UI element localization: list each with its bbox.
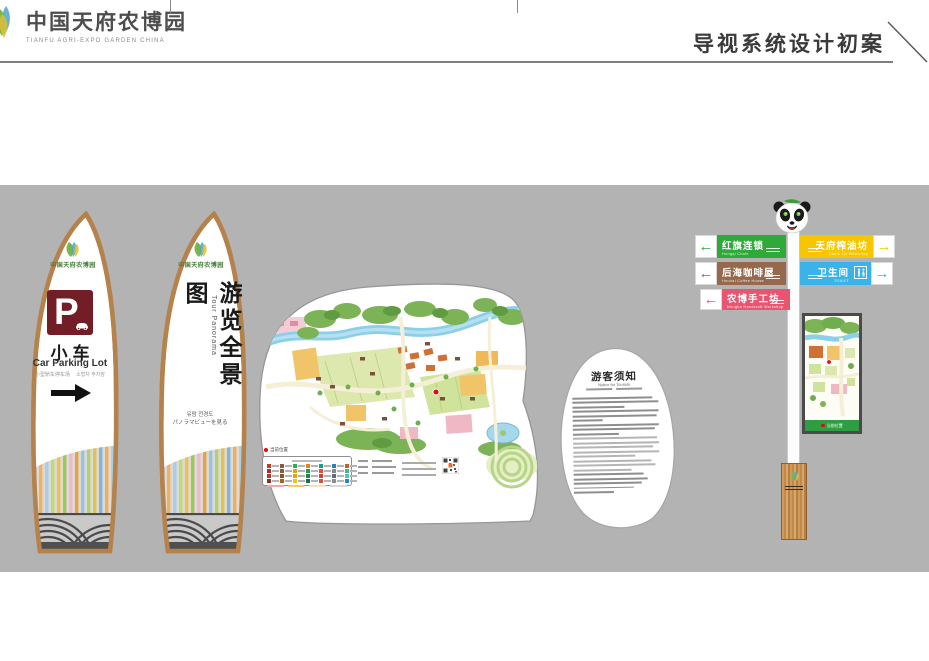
map-legend (262, 456, 352, 486)
sign-logo: 中国天府农博园 (148, 241, 254, 269)
garden-logo-icon (189, 241, 213, 259)
sign-logo-text: 中国天府农博园 (148, 260, 254, 269)
panorama-notes: 유람 전경도 パノラマビューを見る (148, 411, 252, 427)
garden-logo-icon (788, 470, 802, 482)
sign-sublabel: TOILET (834, 279, 849, 283)
sign-label: 天府榨油坊 (815, 238, 868, 252)
post-map-location-label: 当前位置 (827, 423, 843, 429)
sign-row: ← 农博手工坊 Nongbo Handcraft Workshop (700, 289, 790, 310)
panorama-title-en: Tour Panorama (210, 295, 217, 415)
location-key: 当前位置 (264, 447, 288, 453)
right-arrow-icon: → (871, 262, 893, 285)
sign-label: 卫生间 (817, 265, 849, 279)
post-map-panel: 当前位置 (802, 313, 862, 434)
map-board-shape (250, 257, 548, 547)
panorama-sign: 中国天府农博园 游览全景图 Tour Panorama 유람 전경도 パノラマビ… (148, 211, 254, 557)
post-map-location-strip: 当前位置 (802, 420, 862, 434)
sign-label: 红旗连锁 (722, 238, 781, 252)
garden-logo-icon (61, 241, 85, 259)
panorama-note-ko: 유람 전경도 (148, 411, 252, 419)
parking-note-left: 小型轿车停车场 (35, 372, 70, 378)
location-dot-icon (264, 448, 268, 452)
panorama-note-ja: パノラマビューを見る (148, 419, 252, 427)
sign-label: 后海咖啡屋 (722, 265, 781, 279)
sign-panel-toilet: 卫生间 TOILET (800, 262, 871, 285)
dash-decoration (766, 251, 780, 253)
sign-logo: 中国天府农博园 (20, 241, 126, 269)
parking-title-en: Car Parking Lot (20, 358, 120, 369)
panda-mascot-icon (771, 197, 813, 237)
sign-sublabel: Houhai Coffee House (722, 279, 781, 283)
parking-note-right: 소형차 주차장 (76, 372, 105, 378)
map-info-text (358, 460, 396, 478)
base-trim-lines (785, 486, 803, 487)
left-arrow-icon: ← (700, 289, 722, 310)
sign-row: 天府榨油坊 Tianfu Oil Workshop → (800, 235, 895, 258)
design-canvas: 中国天府农博园 P 小车 Car Parking Lot 小型轿车停车场소형차 … (0, 185, 929, 572)
left-arrow-icon: ← (695, 235, 717, 258)
signpost-wood-base (781, 463, 807, 540)
sign-panel-hongqi: 红旗连锁 Hongqi Chain (717, 235, 786, 258)
right-arrow-icon: → (873, 235, 895, 258)
header-divider (0, 18, 929, 68)
post-map-illustration (805, 316, 859, 417)
directional-signpost: ← 红旗连锁 Hongqi Chain 天府榨油坊 Tianfu Oil Wor… (688, 197, 900, 542)
direction-arrow-icon (49, 383, 93, 403)
sign-row: ← 后海咖啡屋 Houhai Coffee House (695, 262, 786, 285)
sign-sublabel: Hongqi Chain (722, 252, 781, 256)
sign-row: 卫生间 TOILET → (800, 262, 893, 285)
dash-decoration (808, 278, 822, 280)
notice-body-text (572, 396, 660, 496)
location-dot-icon (821, 424, 825, 428)
sign-row: ← 红旗连锁 Hongqi Chain (695, 235, 786, 258)
current-location-dot (433, 389, 439, 395)
left-arrow-icon: ← (695, 262, 717, 285)
restroom-icon (854, 266, 867, 279)
sign-sublabel: Nongbo Handcraft Workshop (727, 305, 785, 309)
sign-panel-handcraft: 农博手工坊 Nongbo Handcraft Workshop (722, 289, 790, 310)
dash-decoration (766, 278, 780, 280)
dash-decoration (808, 251, 822, 253)
car-icon (75, 322, 89, 330)
sign-panel-coffee-house: 后海咖啡屋 Houhai Coffee House (717, 262, 786, 285)
crop-mark (517, 0, 518, 13)
qr-code (442, 457, 459, 474)
parking-sign: 中国天府农博园 P 小车 Car Parking Lot 小型轿车停车场소형차 … (20, 211, 126, 557)
map-board: 当前位置 (250, 257, 548, 547)
dash-decoration (770, 303, 784, 305)
sign-sublabel: Tianfu Oil Workshop (828, 252, 868, 256)
parking-notes: 小型轿车停车场 소형차 주차장 (20, 371, 120, 378)
crop-mark (170, 0, 171, 13)
sign-panel-oil-workshop: 天府榨油坊 Tianfu Oil Workshop (800, 235, 873, 258)
page-header: 中国天府农博园 TIANFU AGRI-EXPO GARDEN CHINA 导视… (0, 0, 929, 185)
sign-logo-text: 中国天府农博园 (20, 260, 126, 269)
visitor-notice-board: 游客须知 Notice for Tourists (547, 342, 682, 536)
location-key-label: 当前位置 (270, 447, 288, 452)
parking-symbol-panel: P (47, 290, 93, 335)
map-info-lines (402, 462, 436, 480)
